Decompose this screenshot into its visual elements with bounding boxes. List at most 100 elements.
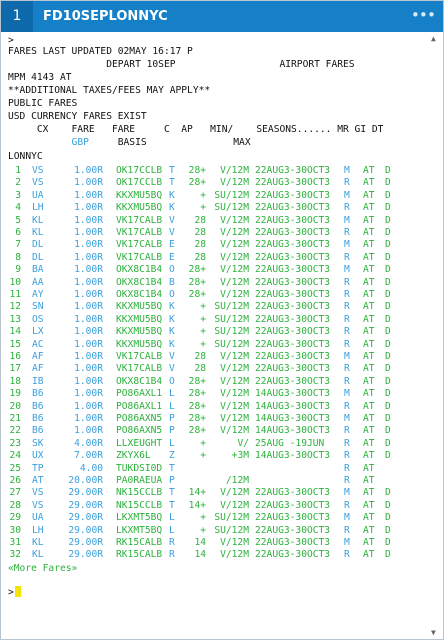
fare-booking-class: O bbox=[169, 289, 175, 300]
fare-min-max-stay: V/12M bbox=[220, 537, 249, 548]
fare-row[interactable]: 24 UX 7.00R ZKYX6L Z + +3M 14AUG3-30OCT3 R AT D bbox=[8, 449, 423, 462]
fare-line-number: 21 bbox=[9, 413, 21, 424]
fare-basis: PO86AXL1 bbox=[116, 400, 163, 412]
fare-basis: KKXMU5BQ bbox=[116, 338, 163, 350]
fare-row[interactable]: 31 KL 29.00R RK15CALB R 14 V/12M 22AUG3-30OCT3 M… bbox=[8, 536, 423, 549]
fare-booking-class: L bbox=[169, 400, 175, 412]
scroll-down-arrow-icon[interactable]: ▼ bbox=[431, 628, 436, 637]
fare-carrier: DL bbox=[32, 251, 44, 263]
column-header-row-2: GBP BASIS MAX bbox=[8, 136, 251, 149]
more-fares-link[interactable]: «More Fares» bbox=[8, 562, 77, 575]
fare-mileage-routing: R bbox=[344, 375, 350, 387]
fare-global-indicator: AT bbox=[363, 202, 375, 214]
fare-row[interactable]: 14 LX 1.00R KKXMU5BQ K + SU/12M 22AUG3-30OCT3 R A… bbox=[8, 325, 423, 338]
fare-season: 22AUG3-30OCT3 bbox=[255, 537, 331, 548]
fare-direction: D bbox=[385, 363, 391, 375]
fare-row[interactable]: 25 TP 4.00 TUKDSI0D T R AT bbox=[8, 462, 423, 475]
fare-row[interactable]: 2 VS 1.00R OK17CCLB T 28+ V/12M 22AUG3-30OCT3 R A… bbox=[8, 176, 423, 189]
fare-row[interactable]: 23 SK 4.00R LLXEUGHT L + V/25AUG -19JUN R AT D bbox=[8, 437, 423, 450]
fare-row[interactable]: 28 VS 29.00R NK15CCLB T 14+ V/12M 22AUG3-30OCT3… bbox=[8, 499, 423, 512]
fare-amount: 1.00R bbox=[74, 338, 103, 350]
fare-row[interactable]: 16 AF 1.00R VK17CALB V 28 V/12M 22AUG3-30OCT3 M A… bbox=[8, 350, 423, 363]
scroll-up-arrow-icon[interactable]: ▲ bbox=[431, 34, 436, 43]
fare-min-max-stay: SU/12M bbox=[214, 301, 249, 313]
fare-row[interactable]: 11 AY 1.00R OKX8C1B4 O 28+ V/12M 22AUG3-30OCT3 R… bbox=[8, 288, 423, 301]
scrollbar-track[interactable] bbox=[433, 46, 437, 622]
fare-row[interactable]: 5 KL 1.00R VK17CALB V 28 V/12M 22AUG3-30OCT3 M AT… bbox=[8, 214, 423, 227]
fare-basis: PA0RAEUA bbox=[116, 475, 163, 486]
terminal-output[interactable]: > FARES LAST UPDATED 02MAY 16:17 P DEPAR… bbox=[8, 34, 423, 634]
fare-row[interactable]: 10 AA 1.00R OKX8C1B4 B 28+ V/12M 22AUG3-30OCT3 R… bbox=[8, 276, 423, 289]
tab-number-badge[interactable]: 1 bbox=[1, 1, 33, 32]
fare-advance-purchase: 28+ bbox=[188, 264, 206, 276]
fare-row[interactable]: 12 SN 1.00R KKXMU5BQ K + SU/12M 22AUG3-30OCT3 R A… bbox=[8, 300, 423, 313]
fare-advance-purchase: + bbox=[200, 512, 206, 524]
fare-row[interactable]: 32 KL 29.00R RK15CALB R 14 V/12M 22AUG3-30OCT3 R… bbox=[8, 548, 423, 561]
fare-row[interactable]: 21 B6 1.00R PO86AXN5 P 28+ V/12M 14AUG3-30OCT3 M… bbox=[8, 412, 423, 425]
fare-advance-purchase: 28+ bbox=[188, 177, 206, 189]
fare-direction: D bbox=[385, 425, 391, 437]
fare-basis: OKX8C1B4 bbox=[116, 264, 163, 276]
fare-advance-purchase: 14+ bbox=[188, 499, 206, 511]
fare-row[interactable]: 8 DL 1.00R VK17CALB E 28 V/12M 22AUG3-30OCT3 R AT… bbox=[8, 251, 423, 264]
fare-advance-purchase: 14 bbox=[194, 537, 206, 548]
fare-row[interactable]: 20 B6 1.00R PO86AXL1 L 28+ V/12M 14AUG3-30OCT3 R… bbox=[8, 400, 423, 413]
fare-mileage-routing: R bbox=[344, 227, 350, 238]
fare-min-max-stay: V/12M bbox=[220, 289, 249, 300]
fare-mileage-routing: R bbox=[344, 251, 350, 263]
fare-carrier: SK bbox=[32, 437, 44, 449]
fare-row[interactable]: 1 VS 1.00R OK17CCLB T 28+ V/12M 22AUG3-30OCT3 M A… bbox=[8, 164, 423, 177]
fare-booking-class: K bbox=[169, 326, 175, 338]
command-input[interactable]: > bbox=[8, 586, 21, 599]
fare-advance-purchase: 14 bbox=[194, 549, 206, 561]
fare-amount: 29.00R bbox=[68, 549, 103, 561]
fare-booking-class: O bbox=[169, 375, 175, 387]
more-options-icon[interactable]: ••• bbox=[411, 1, 436, 32]
fare-booking-class: P bbox=[169, 425, 175, 437]
fare-amount: 1.00R bbox=[74, 313, 103, 325]
fare-row[interactable]: 9 BA 1.00R OKX8C1B4 O 28+ V/12M 22AUG3-30OCT3 M A… bbox=[8, 263, 423, 276]
fare-row[interactable]: 27 VS 29.00R NK15CCLB T 14+ V/12M 22AUG3-30OCT3… bbox=[8, 486, 423, 499]
fare-global-indicator: AT bbox=[363, 338, 375, 350]
vertical-scrollbar[interactable]: ▲ ▼ bbox=[430, 34, 440, 637]
fare-row[interactable]: 15 AC 1.00R KKXMU5BQ K + SU/12M 22AUG3-30OCT3 R A… bbox=[8, 338, 423, 351]
fare-row[interactable]: 7 DL 1.00R VK17CALB E 28 V/12M 22AUG3-30OCT3 M AT… bbox=[8, 238, 423, 251]
fare-mileage-routing: M bbox=[344, 189, 350, 201]
fare-row[interactable]: 26 AT 20.00R PA0RAEUA P/12M R AT bbox=[8, 474, 423, 487]
column-header: CX FARE FARE C AP MIN/ SEASONS...... MR … bbox=[8, 124, 384, 135]
fare-row[interactable]: 17 AF 1.00R VK17CALB V 28 V/12M 22AUG3-30OCT3 R A… bbox=[8, 362, 423, 375]
fare-row[interactable]: 22 B6 1.00R PO86AXN5 P 28+ V/12M 14AUG3-30OCT3 R… bbox=[8, 424, 423, 437]
fare-mileage-routing: R bbox=[344, 326, 350, 338]
fare-mileage-routing: M bbox=[344, 351, 350, 362]
fare-amount: 29.00R bbox=[68, 512, 103, 524]
fare-mileage-routing: M bbox=[344, 512, 350, 524]
fare-carrier: UA bbox=[32, 512, 44, 524]
fare-booking-class: T bbox=[169, 487, 175, 499]
fare-amount: 29.00R bbox=[68, 499, 103, 511]
fare-global-indicator: AT bbox=[363, 487, 375, 499]
fare-row[interactable]: 3 UA 1.00R KKXMU5BQ K + SU/12M 22AUG3-30OCT3 M AT… bbox=[8, 189, 423, 202]
fare-global-indicator: AT bbox=[363, 189, 375, 201]
fare-direction: D bbox=[385, 202, 391, 214]
fare-row[interactable]: 6 KL 1.00R VK17CALB V 28 V/12M 22AUG3-30OCT3 R AT… bbox=[8, 226, 423, 239]
fare-season: 22AUG3-30OCT3 bbox=[255, 351, 331, 362]
fare-row[interactable]: 18 IB 1.00R OKX8C1B4 O 28+ V/12M 22AUG3-30OCT3 R… bbox=[8, 375, 423, 388]
fare-row[interactable]: 4 LH 1.00R KKXMU5BQ K + SU/12M 22AUG3-30OCT3 R AT… bbox=[8, 201, 423, 214]
fare-advance-purchase: 28 bbox=[194, 363, 206, 375]
fare-row[interactable]: 19 B6 1.00R PO86AXL1 L 28+ V/12M 14AUG3-30OCT3 M… bbox=[8, 387, 423, 400]
fare-booking-class: K bbox=[169, 202, 175, 214]
fare-min-max-stay: V/ bbox=[237, 437, 249, 449]
fare-amount: 1.00R bbox=[74, 388, 103, 400]
fare-advance-purchase: + bbox=[200, 326, 206, 338]
fare-direction: D bbox=[385, 512, 391, 524]
fare-row[interactable]: 29 UA 29.00R LKXMT5BQ L + SU/12M 22AUG3-30OCT3 M… bbox=[8, 511, 423, 524]
fare-booking-class: V bbox=[169, 351, 175, 362]
fare-line-number: 17 bbox=[9, 363, 21, 375]
fare-advance-purchase: + bbox=[200, 202, 206, 214]
fare-advance-purchase: 28+ bbox=[188, 425, 206, 437]
fare-line-number: 24 bbox=[9, 450, 21, 462]
fare-direction: D bbox=[385, 524, 391, 536]
fare-row[interactable]: 13 OS 1.00R KKXMU5BQ K + SU/12M 22AUG3-30OCT3 R A… bbox=[8, 313, 423, 326]
fare-amount: 1.00R bbox=[74, 425, 103, 437]
fare-row[interactable]: 30 LH 29.00R LKXMT5BQ L + SU/12M 22AUG3-30OCT3 R… bbox=[8, 524, 423, 537]
